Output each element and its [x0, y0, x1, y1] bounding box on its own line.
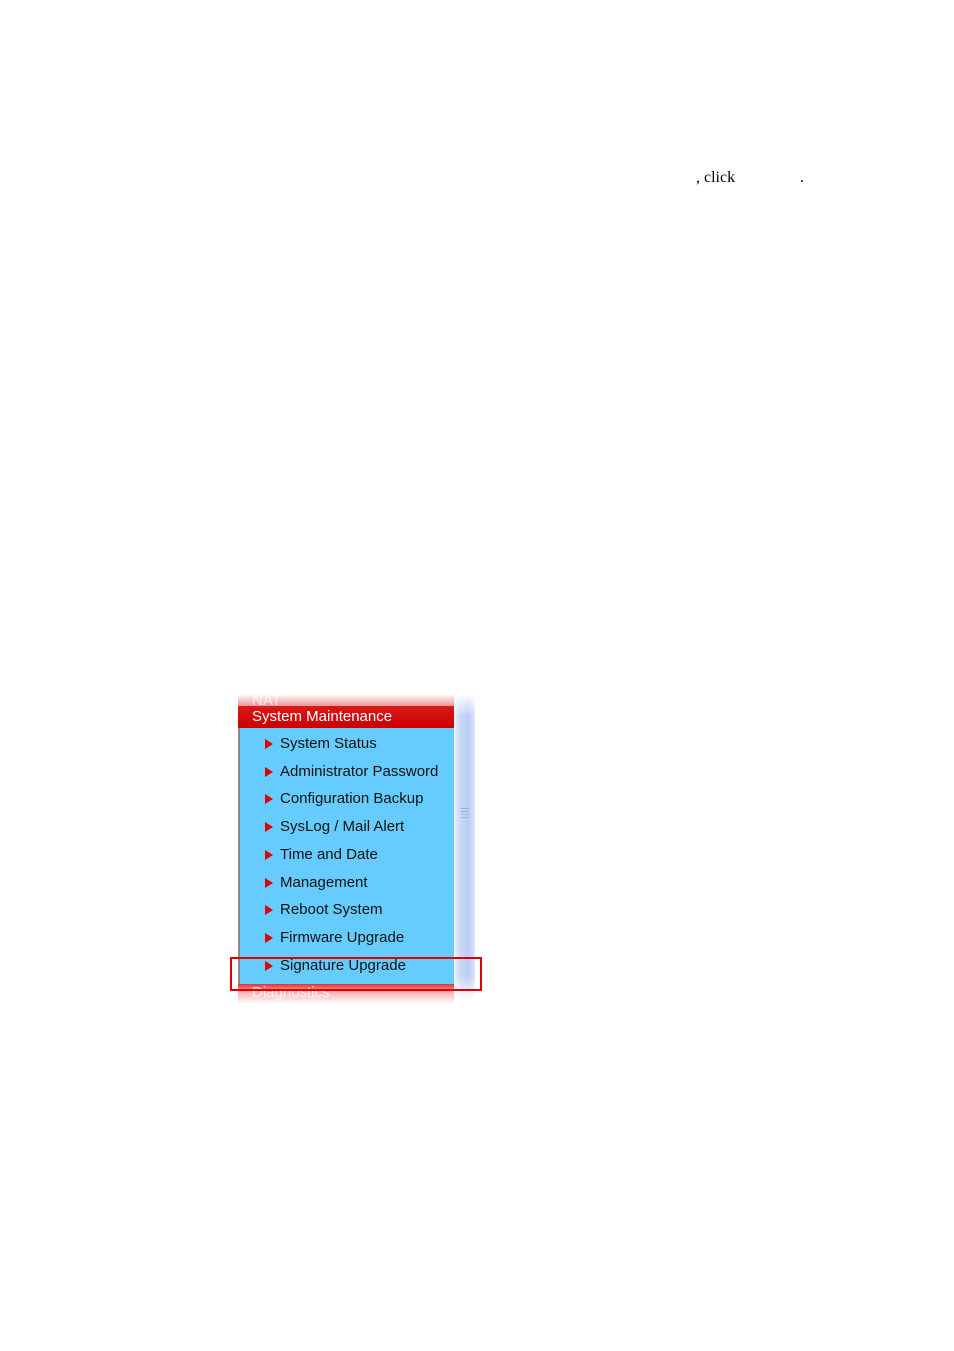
menu-item-label: SysLog / Mail Alert: [280, 818, 405, 835]
arrow-right-icon: [265, 739, 273, 749]
menu-item-label: Administrator Password: [280, 763, 439, 780]
instruction-text: , click .: [0, 168, 954, 190]
arrow-right-icon: [265, 961, 273, 971]
arrow-right-icon: [265, 822, 273, 832]
menu-item-management[interactable]: Management: [240, 869, 454, 897]
arrow-right-icon: [265, 850, 273, 860]
scrollbar-grip-icon[interactable]: [461, 808, 469, 820]
arrow-right-icon: [265, 767, 273, 777]
arrow-right-icon: [265, 933, 273, 943]
menu-item-label: Configuration Backup: [280, 790, 424, 807]
menu-item-label: Firmware Upgrade: [280, 929, 405, 946]
arrow-right-icon: [265, 905, 273, 915]
menu-item-label: Management: [280, 874, 368, 891]
menu-item-label: Signature Upgrade: [280, 957, 406, 974]
instruction-period: .: [800, 169, 804, 186]
menu-item-administrator-password[interactable]: Administrator Password: [240, 758, 454, 786]
menu-section-system-maintenance[interactable]: System Maintenance: [238, 706, 454, 728]
vertical-scrollbar[interactable]: [454, 694, 475, 1000]
menu-item-configuration-backup[interactable]: Configuration Backup: [240, 785, 454, 813]
menu-item-syslog-mail-alert[interactable]: SysLog / Mail Alert: [240, 813, 454, 841]
menu-item-label: Reboot System: [280, 901, 383, 918]
menu-item-signature-upgrade[interactable]: Signature Upgrade: [240, 952, 454, 980]
menu-item-system-status[interactable]: System Status: [240, 730, 454, 758]
menu-item-label: System Status: [280, 735, 377, 752]
menu-item-time-and-date[interactable]: Time and Date: [240, 841, 454, 869]
menu-item-firmware-upgrade[interactable]: Firmware Upgrade: [240, 924, 454, 952]
arrow-right-icon: [265, 878, 273, 888]
menu-item-reboot-system[interactable]: Reboot System: [240, 896, 454, 924]
arrow-right-icon: [265, 794, 273, 804]
menu-screenshot: NAT System Maintenance System Status Adm…: [238, 694, 476, 1004]
instruction-click-text: , click: [696, 169, 736, 186]
menu-item-label: Time and Date: [280, 846, 378, 863]
partial-menu-header-bottom: Diagnostics: [238, 984, 454, 1004]
submenu-list: System Status Administrator Password Con…: [238, 728, 454, 984]
